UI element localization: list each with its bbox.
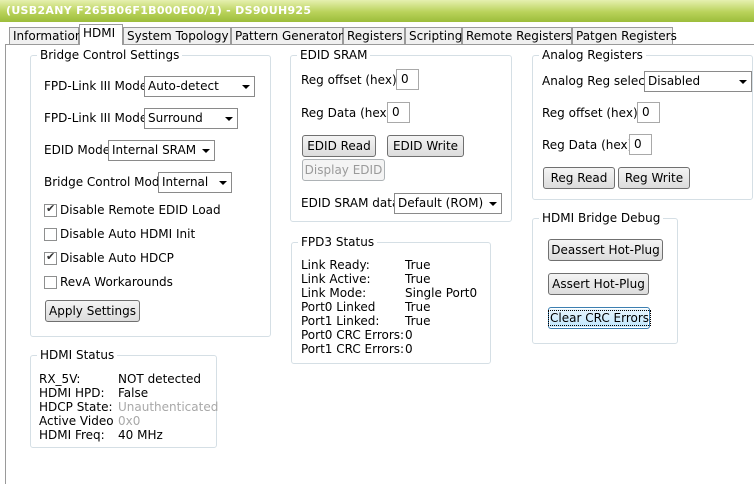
edid-reg-data-input[interactable]: 0 (387, 102, 410, 123)
disable-remote-edid-label: Disable Remote EDID Load (60, 203, 221, 217)
fpd3-label-link-ready: Link Ready: (301, 258, 370, 272)
fpd-link-mode-2-select[interactable]: Surround (144, 108, 238, 129)
bridge-control-group: Bridge Control Settings (30, 48, 271, 337)
hdmi-status-title: HDMI Status (37, 348, 118, 362)
fpd3-value-port0-crc: 0 (405, 328, 413, 342)
analog-reg-offset-label: Reg offset (hex) (542, 106, 638, 120)
tab-remote-registers[interactable]: Remote Registers (462, 27, 572, 45)
reva-workarounds-checkbox[interactable] (44, 276, 57, 289)
edid-sram-data-select[interactable]: Default (ROM) (394, 193, 502, 214)
edid-sram-data-label: EDID SRAM data (301, 196, 400, 210)
fpd3-label-port1-linked: Port1 Linked: (301, 314, 380, 328)
analog-reg-data-label: Reg Data (hex) (542, 138, 633, 152)
display-edid-button[interactable]: Display EDID (302, 159, 385, 181)
disable-auto-hdmi-init-checkbox[interactable] (44, 228, 57, 241)
hdmi-label-freq: HDMI Freq: (39, 428, 105, 442)
fpd3-value-link-mode: Single Port0 (405, 286, 478, 300)
hdmi-value-active-video: 0x0 (118, 414, 141, 428)
tab-scripting[interactable]: Scripting (405, 27, 462, 45)
chevron-down-icon (202, 149, 210, 153)
hdmi-label-hdcp-state: HDCP State: (39, 400, 113, 414)
bridge-control-mode-select[interactable]: Internal (158, 172, 232, 193)
fpd-link-mode-1-value: Auto-detect (148, 79, 219, 93)
fpd3-value-port0-linked: True (405, 300, 431, 314)
analog-reg-offset-input[interactable]: 0 (637, 102, 660, 123)
analog-reg-select-label: Analog Reg select (542, 74, 650, 88)
fpd3-value-link-active: True (405, 272, 431, 286)
edid-read-button[interactable]: EDID Read (302, 135, 376, 157)
clear-crc-errors-button[interactable]: Clear CRC Errors (547, 307, 652, 329)
clear-crc-errors-label: Clear CRC Errors (547, 310, 652, 326)
reva-workarounds-label: RevA Workarounds (60, 275, 173, 289)
disable-auto-hdcp-label: Disable Auto HDCP (60, 251, 174, 265)
tab-information[interactable]: Information (9, 27, 82, 45)
chevron-down-icon (242, 85, 250, 89)
fpd-link-mode-1-label: FPD-Link III Mode (44, 79, 148, 93)
fpd3-label-port0-linked: Port0 Linked (301, 300, 376, 314)
tab-system-topology[interactable]: System Topology (123, 27, 231, 45)
tab-patgen-registers[interactable]: Patgen Registers (572, 27, 677, 45)
assert-hot-plug-button[interactable]: Assert Hot-Plug (548, 273, 649, 295)
hdmi-value-hpd: False (118, 386, 149, 400)
tab-registers[interactable]: Registers (343, 27, 405, 45)
window-title-bar: (USB2ANY F265B06F1B000E00/1) - DS90UH925 (0, 0, 754, 23)
fpd3-label-port1-crc: Port1 CRC Errors: (301, 342, 405, 356)
apply-settings-button[interactable]: Apply Settings (45, 300, 140, 322)
edid-reg-data-label: Reg Data (hex) (301, 106, 392, 120)
analog-reg-data-input[interactable]: 0 (629, 134, 652, 155)
edid-sram-title: EDID SRAM (297, 48, 371, 62)
bridge-control-title: Bridge Control Settings (37, 48, 183, 62)
hdmi-label-hpd: HDMI HPD: (39, 386, 105, 400)
edid-mode-value: Internal SRAM (112, 143, 197, 157)
edid-reg-offset-input[interactable]: 0 (396, 69, 419, 90)
fpd3-value-port1-linked: True (405, 314, 431, 328)
fpd3-label-link-active: Link Active: (301, 272, 371, 286)
tab-hdmi[interactable]: HDMI (79, 24, 123, 45)
chevron-down-icon (225, 117, 233, 121)
hdmi-value-freq: 40 MHz (118, 428, 163, 442)
chevron-down-icon (489, 202, 497, 206)
fpd-link-mode-2-value: Surround (148, 111, 203, 125)
analog-reg-select[interactable]: Disabled (644, 71, 752, 92)
tab-pattern-generator[interactable]: Pattern Generator (231, 27, 343, 45)
edid-write-button[interactable]: EDID Write (387, 135, 464, 157)
edid-reg-offset-label: Reg offset (hex) (301, 73, 397, 87)
analog-registers-title: Analog Registers (539, 48, 646, 62)
disable-auto-hdcp-checkbox[interactable] (44, 250, 57, 265)
reg-write-button[interactable]: Reg Write (618, 167, 690, 189)
fpd3-value-port1-crc: 0 (405, 342, 413, 356)
disable-remote-edid-checkbox[interactable] (44, 202, 57, 217)
fpd3-label-port0-crc: Port0 CRC Errors: (301, 328, 405, 342)
analog-reg-select-value: Disabled (648, 74, 701, 88)
chevron-down-icon (739, 80, 747, 84)
fpd3-value-link-ready: True (405, 258, 431, 272)
edid-sram-data-value: Default (ROM) (398, 196, 484, 210)
hdmi-label-rx5v: RX_5V: (39, 372, 81, 386)
hdmi-value-hdcp-state: Unauthenticated (118, 400, 219, 414)
hdmi-value-rx5v: NOT detected (118, 372, 201, 386)
window-title: (USB2ANY F265B06F1B000E00/1) - DS90UH925 (6, 4, 312, 17)
hdmi-bridge-debug-title: HDMI Bridge Debug (539, 211, 664, 225)
disable-auto-hdmi-init-label: Disable Auto HDMI Init (60, 227, 196, 241)
edid-mode-label: EDID Mode (44, 143, 111, 157)
fpd-link-mode-1-select[interactable]: Auto-detect (144, 76, 255, 97)
bridge-control-mode-value: Internal (162, 175, 209, 189)
fpd3-label-link-mode: Link Mode: (301, 286, 367, 300)
reg-read-button[interactable]: Reg Read (543, 167, 615, 189)
bridge-control-mode-label: Bridge Control Mode (44, 175, 167, 189)
deassert-hot-plug-button[interactable]: Deassert Hot-Plug (548, 239, 663, 261)
fpd3-status-title: FPD3 Status (298, 235, 378, 249)
chevron-down-icon (219, 181, 227, 185)
edid-mode-select[interactable]: Internal SRAM (108, 140, 215, 161)
hdmi-label-active-video: Active Video (39, 414, 114, 428)
fpd-link-mode-2-label: FPD-Link III Mode (44, 111, 148, 125)
